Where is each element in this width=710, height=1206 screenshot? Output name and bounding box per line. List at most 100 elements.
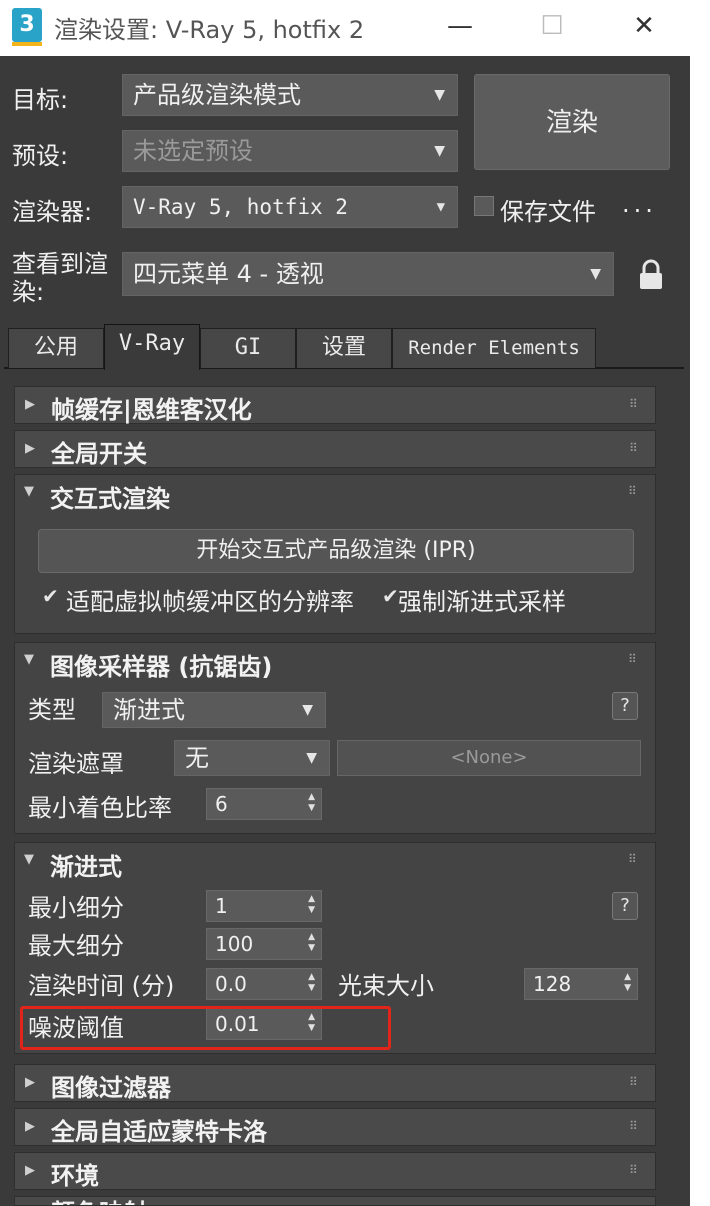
minimize-button[interactable]: — (440, 8, 480, 44)
fit-resolution-checkbox[interactable]: ✔ (42, 584, 59, 608)
desktop-background (690, 0, 710, 1206)
triangle-right-icon: ▶ (25, 1119, 35, 1134)
target-dropdown[interactable]: 产品级渲染模式 ▼ (122, 74, 458, 116)
min-subdivs-spinner[interactable]: 1 ▲ ▼ (206, 890, 322, 922)
render-time-label: 渲染时间 (分) (28, 972, 175, 1000)
rollout-title: 颜色映射 (51, 1197, 147, 1205)
start-ipr-button[interactable]: 开始交互式产品级渲染 (IPR) (38, 529, 634, 573)
renderer-label: 渲染器: (12, 198, 93, 226)
maximize-button[interactable]: ☐ (532, 8, 572, 44)
bundle-size-spinner[interactable]: 128 ▲ ▼ (524, 968, 638, 1000)
grip-icon: ⠿ (629, 1163, 638, 1177)
save-file-label: 保存文件 (500, 198, 596, 226)
bundle-size-label: 光束大小 (338, 972, 434, 1000)
tab-render-elements[interactable]: Render Elements (392, 328, 596, 368)
max-subdivs-value: 100 (215, 932, 254, 956)
render-mask-label: 渲染遮罩 (28, 750, 124, 778)
chevron-down-icon: ▼ (302, 702, 313, 718)
rollout-interactive[interactable]: ▼ 交互式渲染 ⠿ (14, 474, 656, 513)
rollout-color-mapping[interactable]: 颜色映射 (14, 1196, 656, 1206)
spinner-arrows-icon[interactable]: ▲ ▼ (308, 792, 315, 814)
render-time-spinner[interactable]: 0.0 ▲ ▼ (206, 968, 322, 1000)
rollout-environment[interactable]: ▶ 环境 ⠿ (14, 1152, 656, 1190)
rollout-global-dmc[interactable]: ▶ 全局自适应蒙特卡洛 ⠿ (14, 1108, 656, 1146)
render-mask-object-button[interactable]: <None> (337, 740, 641, 776)
preset-label: 预设: (12, 142, 69, 170)
render-button[interactable]: 渲染 (474, 74, 670, 170)
renderer-dropdown[interactable]: V-Ray 5, hotfix 2 ▼ (122, 186, 458, 228)
grip-icon: ⠿ (629, 397, 638, 411)
view-value: 四元菜单 4 - 透视 (133, 260, 324, 288)
rollout-title: 渐进式 (50, 853, 122, 881)
min-shading-spinner[interactable]: 6 ▲ ▼ (206, 788, 322, 820)
rollout-title: 全局开关 (51, 440, 147, 468)
rollout-title: 帧缓存|恩维客汉化 (51, 396, 252, 424)
tab-settings[interactable]: 设置 (296, 328, 392, 368)
spinner-arrows-icon[interactable]: ▲ ▼ (308, 932, 315, 954)
rollout-image-sampler[interactable]: ▼ 图像采样器 (抗锯齿) ⠿ (14, 642, 656, 681)
spinner-arrows-icon[interactable]: ▲ ▼ (624, 972, 631, 994)
type-label: 类型 (28, 696, 76, 724)
preset-value: 未选定预设 (133, 137, 253, 165)
min-subdivs-label: 最小细分 (28, 894, 124, 922)
grip-icon: ⠿ (629, 1119, 638, 1133)
triangle-down-icon: ▼ (24, 484, 34, 499)
max-subdivs-label: 最大细分 (28, 932, 124, 960)
window-title: 渲染设置: V-Ray 5, hotfix 2 (54, 16, 365, 44)
min-shading-label: 最小着色比率 (28, 794, 172, 822)
rollout-title: 图像采样器 (抗锯齿) (50, 653, 273, 681)
triangle-right-icon: ▶ (25, 1075, 35, 1090)
type-value: 渐进式 (113, 696, 185, 724)
tab-gi[interactable]: GI (200, 328, 296, 368)
view-label-line2: 染: (12, 278, 45, 306)
grip-icon: ⠿ (628, 852, 637, 866)
lock-icon[interactable] (636, 258, 666, 292)
render-time-value: 0.0 (215, 972, 247, 996)
chevron-down-icon: ▼ (434, 143, 445, 159)
max-subdivs-spinner[interactable]: 100 ▲ ▼ (206, 928, 322, 960)
renderer-value: V-Ray 5, hotfix 2 (133, 195, 348, 219)
triangle-right-icon: ▶ (25, 1163, 35, 1178)
preset-dropdown[interactable]: 未选定预设 ▼ (122, 130, 458, 172)
save-file-checkbox[interactable] (474, 196, 494, 216)
tab-vray[interactable]: V-Ray (104, 324, 200, 370)
force-progressive-label: 强制渐进式采样 (398, 588, 566, 616)
triangle-down-icon: ▼ (24, 852, 34, 867)
grip-icon: ⠿ (628, 484, 637, 498)
triangle-right-icon: ▶ (25, 441, 35, 456)
rollout-title: 环境 (51, 1162, 99, 1190)
spinner-arrows-icon[interactable]: ▲ ▼ (308, 972, 315, 994)
rollout-title: 图像过滤器 (51, 1074, 171, 1102)
target-value: 产品级渲染模式 (133, 81, 301, 109)
rollout-title: 全局自适应蒙特卡洛 (51, 1118, 267, 1146)
target-label: 目标: (12, 86, 69, 114)
rollout-frame-buffer[interactable]: ▶ 帧缓存|恩维客汉化 ⠿ (14, 386, 656, 424)
view-dropdown[interactable]: 四元菜单 4 - 透视 ▼ (122, 252, 614, 296)
render-mask-value: 无 (185, 744, 209, 772)
render-mask-dropdown[interactable]: 无 ▼ (174, 740, 330, 776)
triangle-right-icon: ▶ (25, 397, 35, 412)
more-button[interactable]: ... (622, 190, 657, 218)
tab-common[interactable]: 公用 (8, 328, 104, 368)
type-dropdown[interactable]: 渐进式 ▼ (102, 692, 326, 728)
bundle-size-value: 128 (533, 972, 572, 996)
help-button[interactable]: ? (612, 692, 638, 720)
chevron-down-icon: ▼ (434, 87, 445, 103)
rollout-global-switches[interactable]: ▶ 全局开关 ⠿ (14, 430, 656, 468)
min-shading-value: 6 (215, 792, 228, 816)
spinner-arrows-icon[interactable]: ▲ ▼ (308, 894, 315, 916)
force-progressive-checkbox[interactable]: ✔ (382, 584, 399, 608)
help-button[interactable]: ? (612, 892, 638, 920)
chevron-down-icon: ▼ (590, 266, 601, 282)
grip-icon: ⠿ (629, 1075, 638, 1089)
triangle-down-icon: ▼ (24, 652, 34, 667)
app-icon: 3 (12, 8, 42, 46)
rollout-image-filter[interactable]: ▶ 图像过滤器 ⠿ (14, 1064, 656, 1102)
rollout-title: 交互式渲染 (50, 485, 170, 513)
grip-icon: ⠿ (629, 441, 638, 455)
min-subdivs-value: 1 (215, 894, 228, 918)
rollout-progressive[interactable]: ▼ 渐进式 ⠿ (14, 842, 656, 881)
chevron-down-icon: ▼ (436, 199, 445, 215)
fit-resolution-label: 适配虚拟帧缓冲区的分辨率 (66, 588, 354, 616)
close-button[interactable]: ✕ (624, 8, 664, 44)
